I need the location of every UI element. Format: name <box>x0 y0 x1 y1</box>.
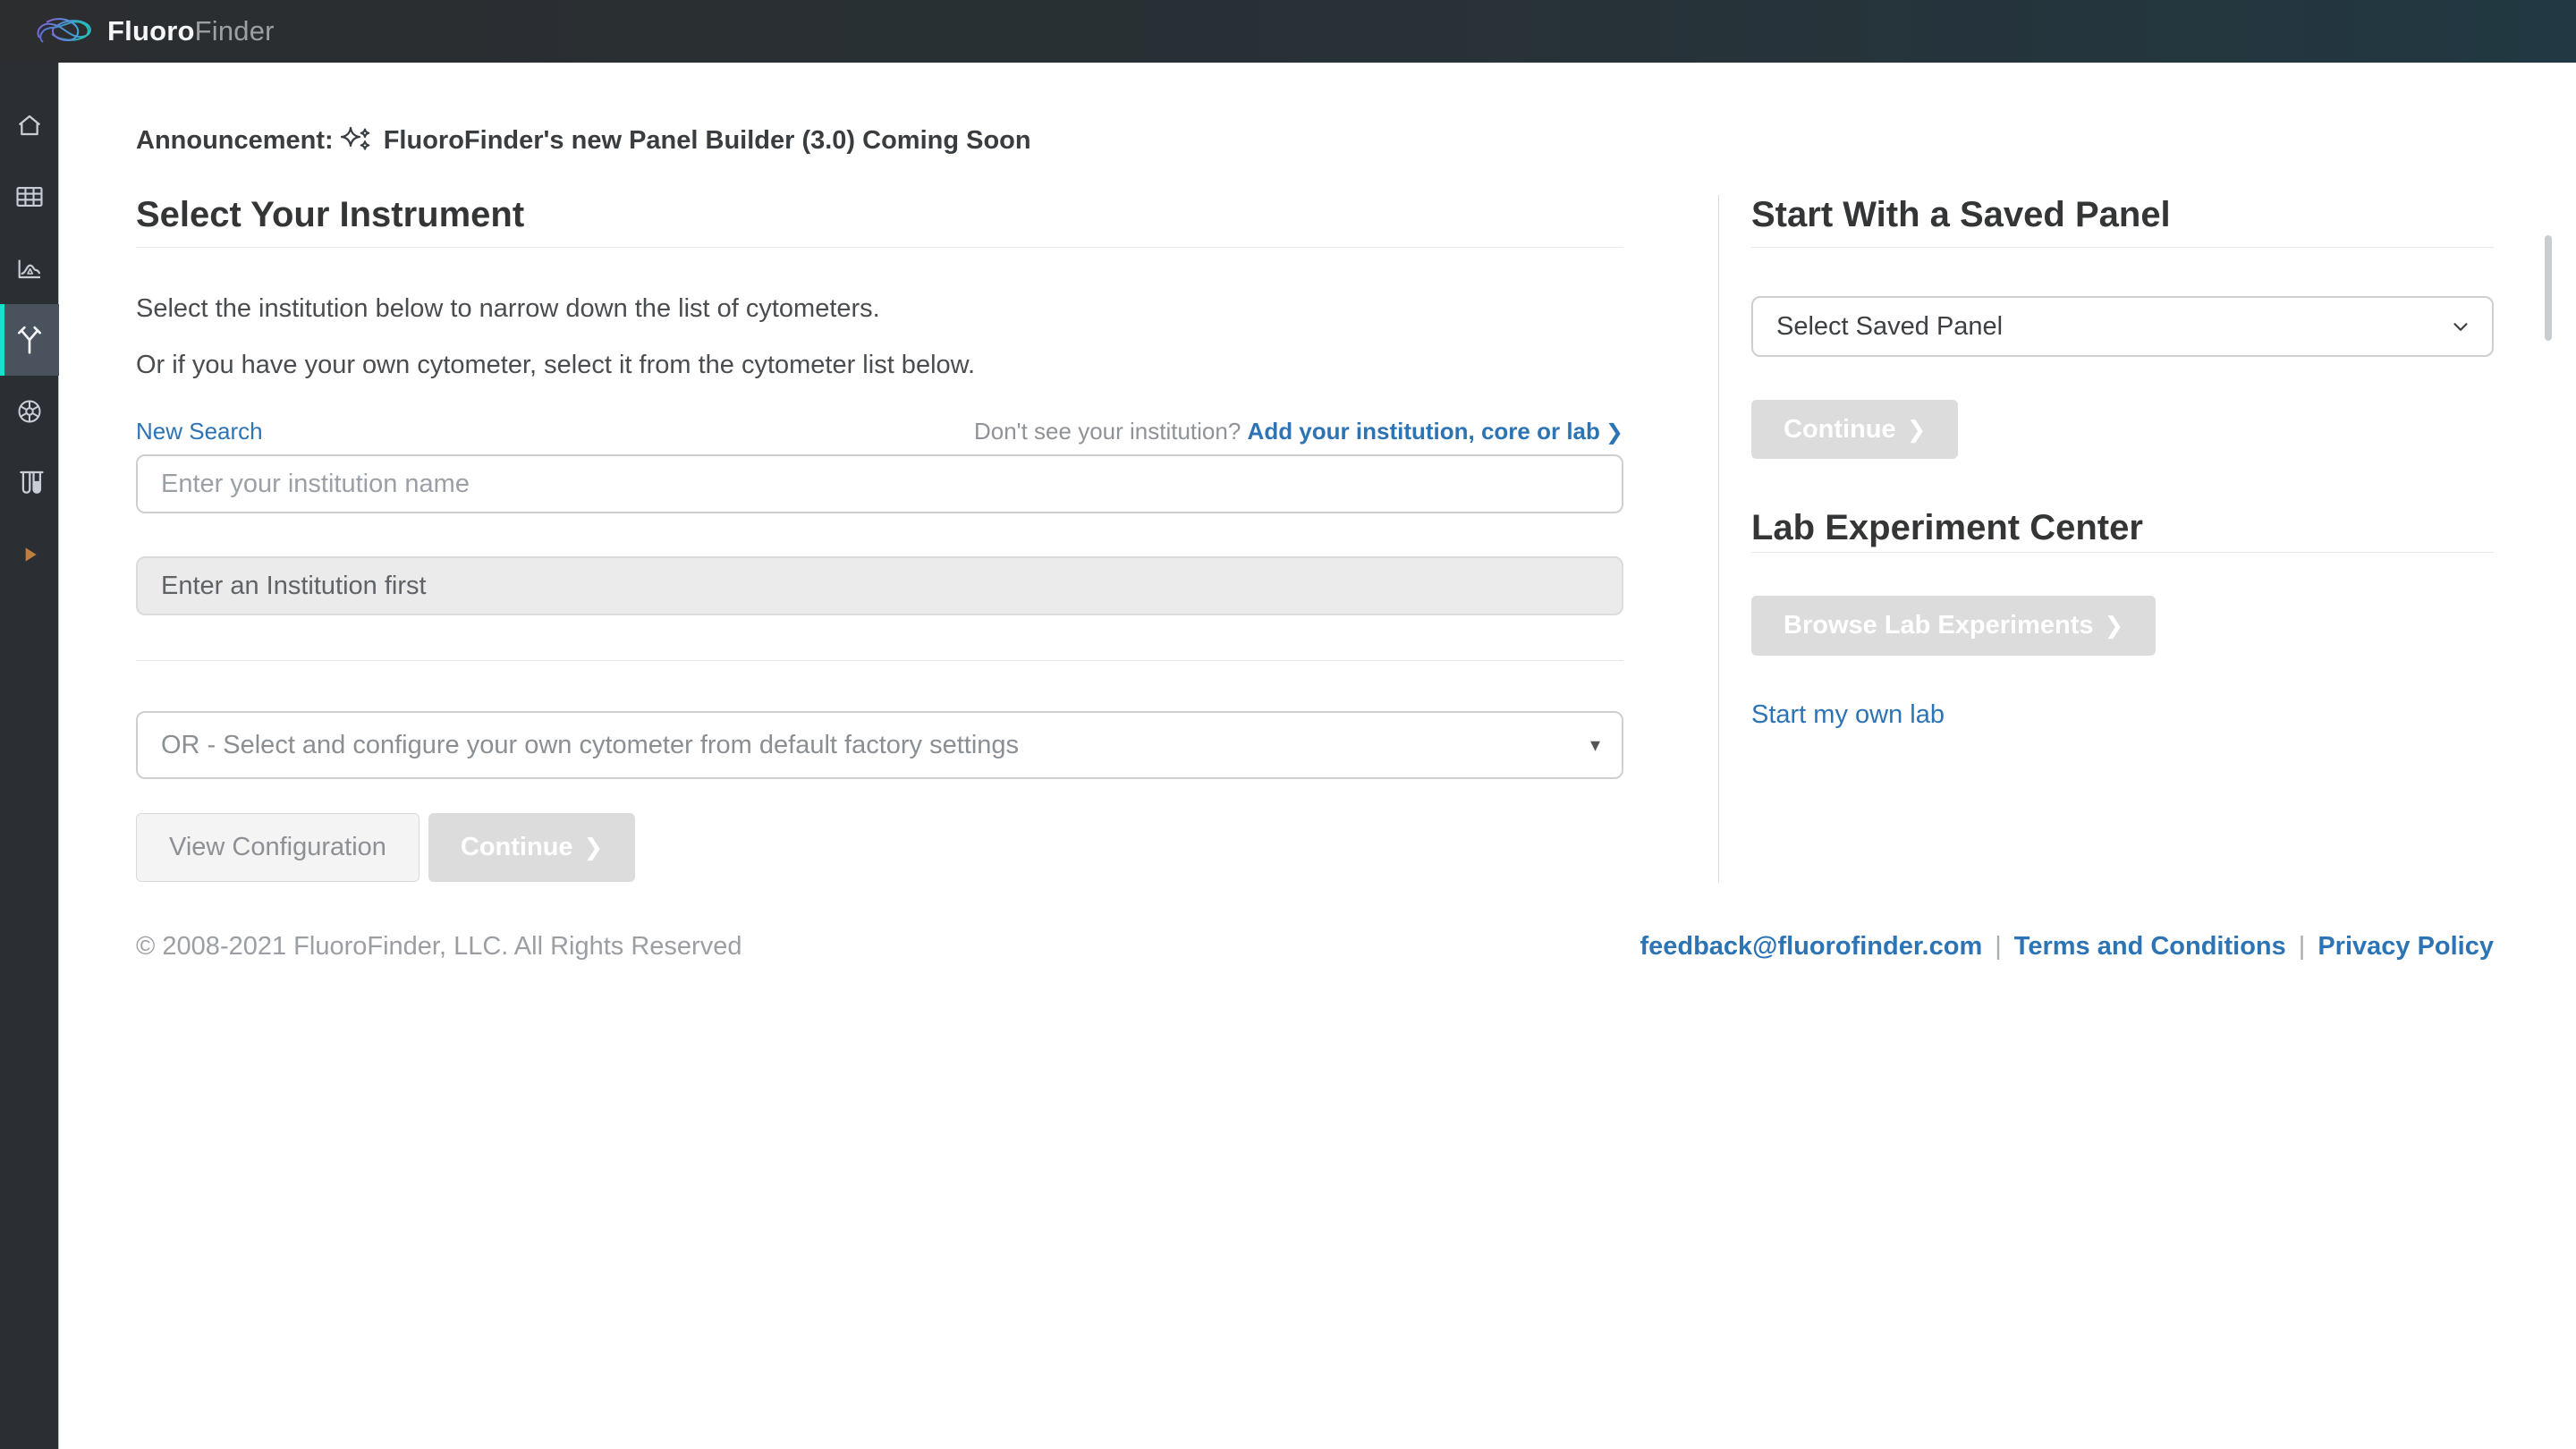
vertical-scrollbar-thumb[interactable] <box>2545 235 2552 341</box>
sidebar-item-home[interactable] <box>0 89 59 161</box>
instrument-instruction-1: Select the institution below to narrow d… <box>136 294 1623 324</box>
section-divider <box>136 660 1623 661</box>
continue-label: Continue <box>1784 415 1896 445</box>
chevron-right-icon: ❯ <box>2105 612 2124 640</box>
terms-link[interactable]: Terms and Conditions <box>2014 932 2286 962</box>
topbar: FluoroFinder <box>0 0 2576 63</box>
chevron-right-icon: ❯ <box>1907 416 1927 444</box>
sidebar-item-table[interactable] <box>0 161 59 233</box>
fluorofinder-logo[interactable]: FluoroFinder <box>34 11 275 52</box>
lab-center-title: Lab Experiment Center <box>1751 509 2494 553</box>
sparkles-icon <box>337 125 373 156</box>
sidebar-item-spectra[interactable] <box>0 233 59 304</box>
announcement-label: Announcement: <box>136 126 334 156</box>
browse-label: Browse Lab Experiments <box>1784 611 2094 640</box>
select-instrument-title: Select Your Instrument <box>136 195 1623 248</box>
cytometer-input-disabled[interactable] <box>136 556 1623 615</box>
sidebar-item-expand[interactable] <box>0 519 59 590</box>
chevron-down-icon <box>2449 315 2472 338</box>
select-instrument-section: Select Your Instrument Select the instit… <box>136 195 1623 882</box>
privacy-link[interactable]: Privacy Policy <box>2318 932 2494 962</box>
copyright-text: © 2008-2021 FluoroFinder, LLC. All Right… <box>136 932 741 962</box>
test-tubes-icon <box>14 468 45 498</box>
instrument-instruction-2: Or if you have your own cytometer, selec… <box>136 351 1623 380</box>
saved-panel-select[interactable]: Select Saved Panel <box>1751 296 2494 357</box>
sidebar-item-dye-wheel[interactable] <box>0 376 59 447</box>
antibody-icon <box>13 324 46 356</box>
sidebar-item-panel-builder[interactable] <box>0 304 59 376</box>
content-columns: Select Your Instrument Select the instit… <box>136 195 2494 882</box>
spectra-chart-icon <box>15 254 44 283</box>
dont-see-institution: Don't see your institution? Add your ins… <box>974 418 1623 445</box>
continue-label: Continue <box>461 833 573 862</box>
saved-panel-select-label: Select Saved Panel <box>1776 312 2003 342</box>
add-institution-link[interactable]: Add your institution, core or lab❯ <box>1248 418 1623 445</box>
expand-arrow-icon <box>18 543 41 566</box>
footer-separator: | <box>1995 932 2002 962</box>
main-content: Announcement: FluoroFinder's new Panel B… <box>59 63 2576 1449</box>
view-configuration-button[interactable]: View Configuration <box>136 813 419 882</box>
dont-see-text: Don't see your institution? <box>974 418 1241 445</box>
color-wheel-icon <box>15 397 44 426</box>
instrument-continue-button[interactable]: Continue ❯ <box>428 813 635 882</box>
feedback-email-link[interactable]: feedback@fluorofinder.com <box>1640 932 1982 962</box>
table-icon <box>14 183 45 210</box>
brand-light: Finder <box>195 15 275 47</box>
home-icon <box>15 111 44 140</box>
sidebar-item-experiments[interactable] <box>0 447 59 519</box>
fluorofinder-logo-icon <box>34 11 97 52</box>
saved-panel-section: Start With a Saved Panel Select Saved Pa… <box>1718 195 2494 882</box>
instrument-actions: View Configuration Continue ❯ <box>136 813 1623 882</box>
footer-separator: | <box>2299 932 2306 962</box>
announcement-message: FluoroFinder's new Panel Builder (3.0) C… <box>384 126 1031 156</box>
footer-links: feedback@fluorofinder.com | Terms and Co… <box>1640 932 2494 962</box>
chevron-right-icon: ❯ <box>1606 420 1623 445</box>
institution-name-input[interactable] <box>136 454 1623 513</box>
page-footer: © 2008-2021 FluoroFinder, LLC. All Right… <box>136 932 2494 962</box>
cytometer-select[interactable]: OR - Select and configure your own cytom… <box>136 711 1623 779</box>
brand-bold: Fluoro <box>107 15 195 47</box>
start-my-own-lab-link[interactable]: Start my own lab <box>1751 700 1945 730</box>
add-institution-label: Add your institution, core or lab <box>1248 418 1600 445</box>
institution-search-row: New Search Don't see your institution? A… <box>136 418 1623 445</box>
saved-panel-title: Start With a Saved Panel <box>1751 195 2494 248</box>
cytometer-select-label: OR - Select and configure your own cytom… <box>161 731 1019 760</box>
saved-panel-continue-button[interactable]: Continue ❯ <box>1751 400 1958 459</box>
chevron-right-icon: ❯ <box>584 834 604 861</box>
select-arrow-icon: ▾ <box>1590 733 1600 757</box>
new-search-link[interactable]: New Search <box>136 418 263 445</box>
sidebar <box>0 63 59 1449</box>
announcement-banner: Announcement: FluoroFinder's new Panel B… <box>136 125 2494 156</box>
brand-name: FluoroFinder <box>107 15 275 47</box>
browse-lab-experiments-button[interactable]: Browse Lab Experiments ❯ <box>1751 596 2156 656</box>
